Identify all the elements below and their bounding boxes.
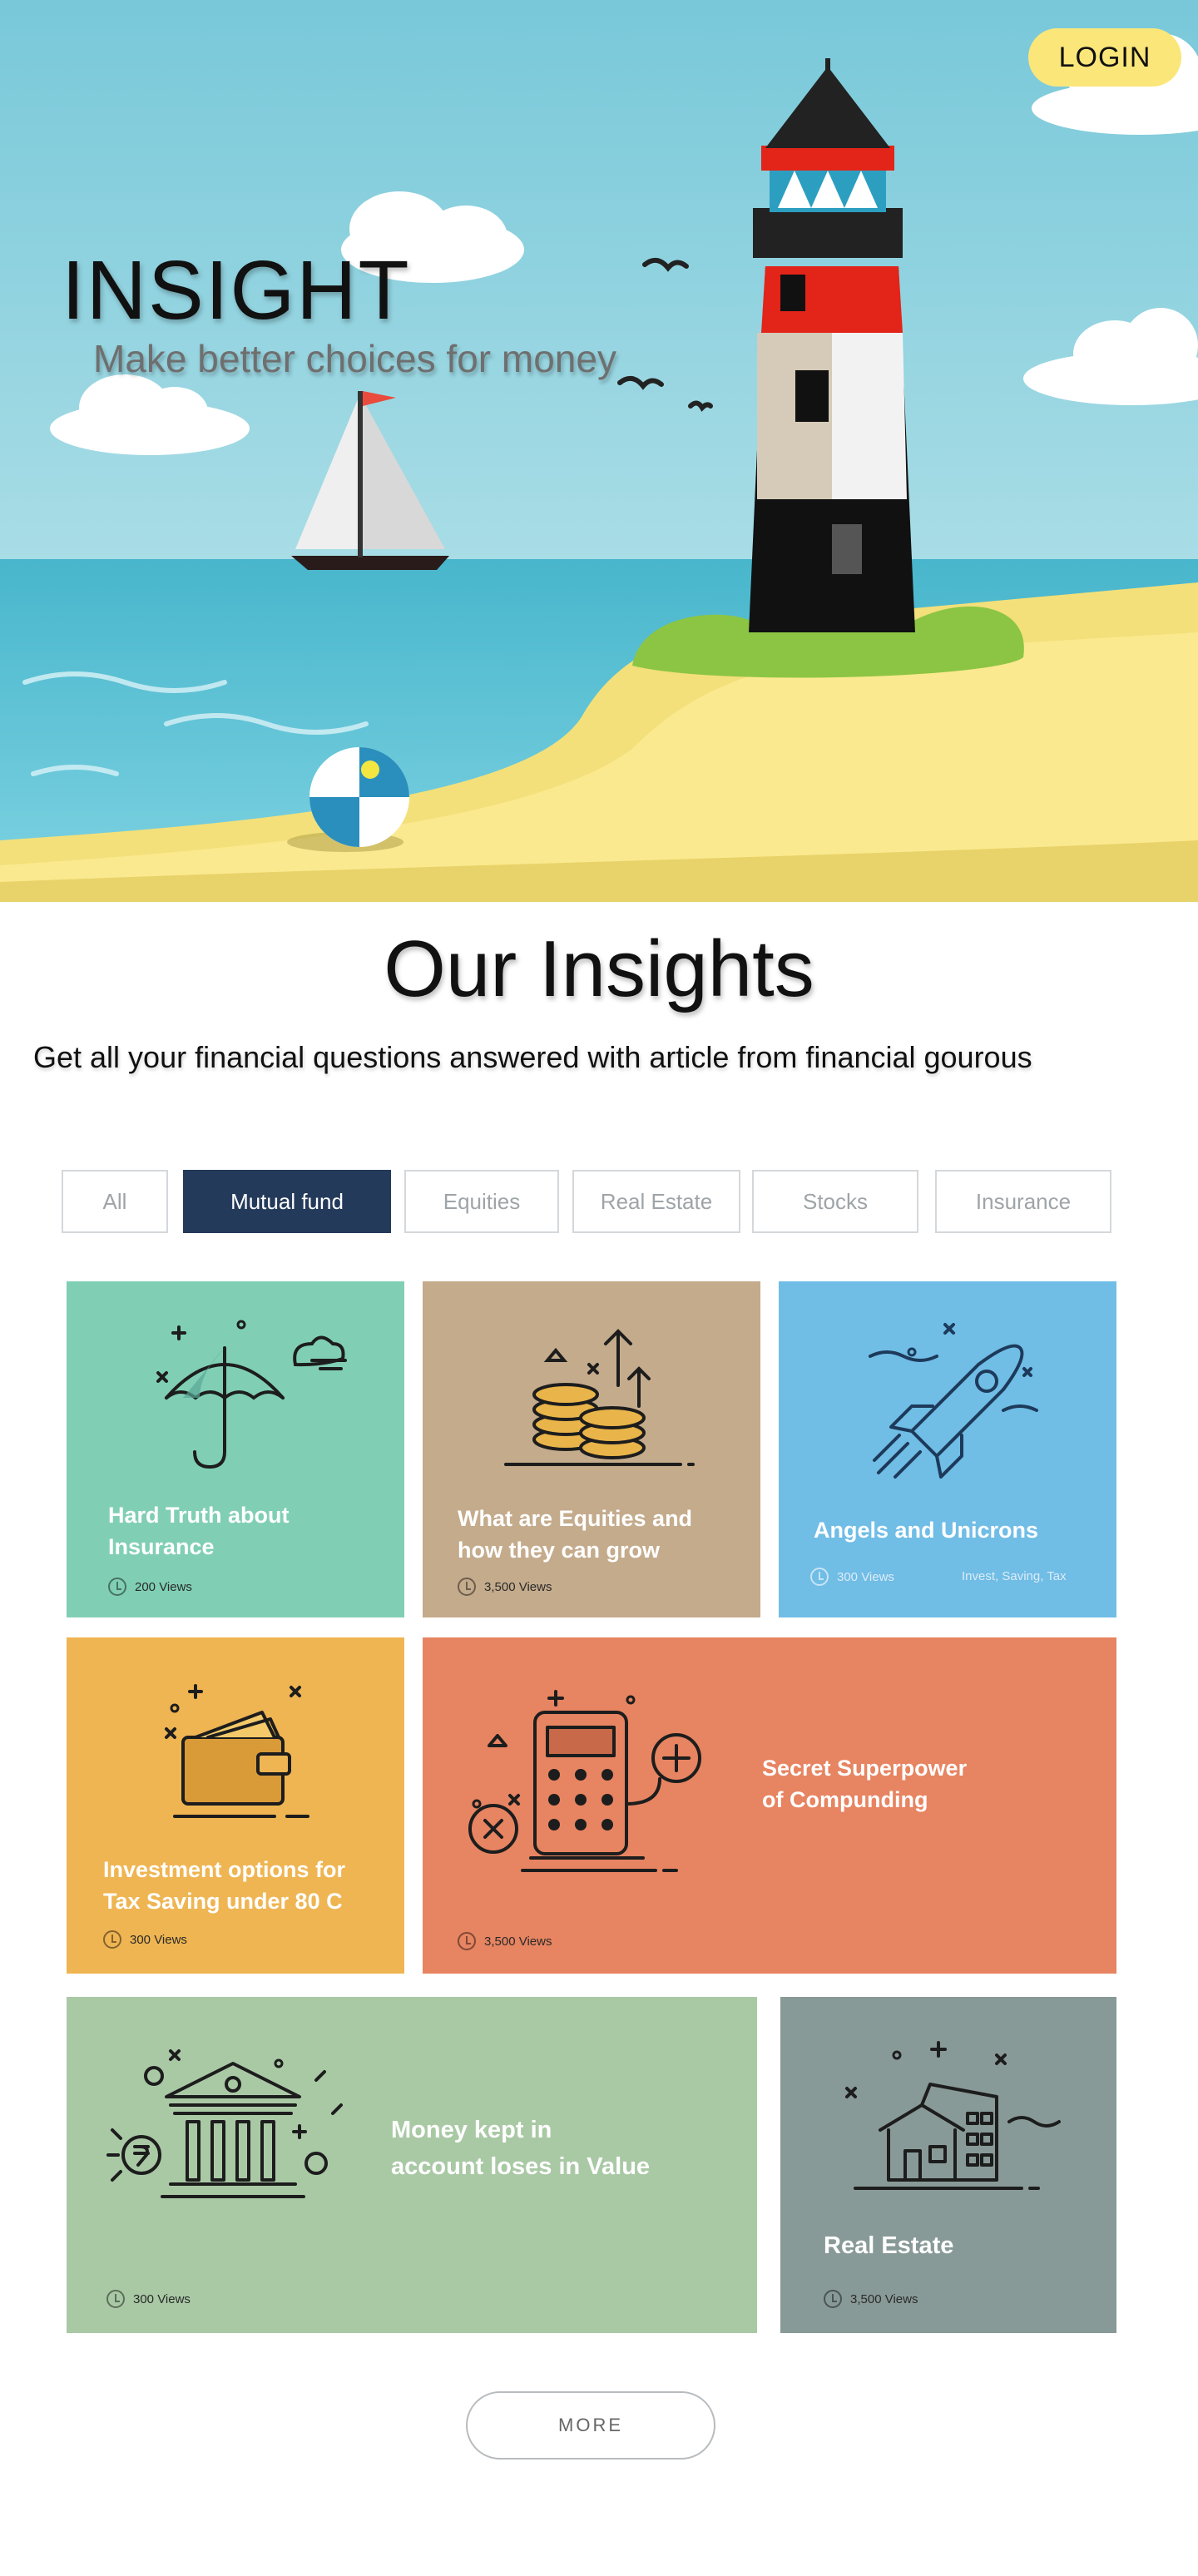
clock-icon [108,1578,126,1596]
card-views: 300 Views [106,2290,191,2308]
card-title: Hard Truth about Insurance [108,1503,290,1559]
card-views: 3,500 Views [458,1932,552,1950]
house-icon [845,2041,1061,2190]
article-card-insurance[interactable]: Hard Truth about Insurance 200 Views [67,1281,404,1617]
card-views: 200 Views [108,1578,192,1596]
calculator-icon [468,1690,701,1872]
wallet-icon [165,1684,309,1818]
more-button[interactable]: MORE [466,2391,715,2460]
card-title: What are Equities and how they can grow [458,1506,693,1563]
article-card-tax-saving[interactable]: Investment options for Tax Saving under 8… [67,1637,404,1974]
article-card-angels-and-unicrons[interactable]: Angels and Unicrons 300 Views Invest, Sa… [779,1281,1116,1617]
rocket-icon [869,1323,1038,1479]
card-title: Investment options for Tax Saving under 8… [103,1857,346,1914]
article-card-compounding[interactable]: Secret Superpower of Compunding 3,500 Vie… [423,1637,1116,1974]
card-tags: Invest, Saving, Tax [962,1569,1067,1583]
clock-icon [103,1930,121,1949]
card-title: Real Estate [824,2232,954,2259]
clock-icon [458,1932,476,1950]
brand-title: INSIGHT [62,244,411,337]
page-subtitle: Get all your financial questions answere… [33,1040,1032,1074]
filter-equities[interactable]: Equities [404,1170,559,1233]
filter-insurance[interactable]: Insurance [935,1170,1111,1233]
filter-mutual-fund[interactable]: Mutual fund [183,1170,391,1233]
umbrella-icon [156,1320,347,1469]
clock-icon [810,1568,829,1586]
hero-banner: INSIGHT Make better choices for money LO… [0,0,1198,902]
category-filter-bar: All Mutual fund Equities Real Estate Sto… [62,1170,1111,1233]
brand-tagline: Make better choices for money [93,337,616,380]
login-button[interactable]: LOGIN [1028,28,1181,87]
lighthouse-beach-illustration [0,0,1198,902]
clock-icon [824,2290,842,2308]
card-views: 3,500 Views [824,2290,918,2308]
article-card-money-value[interactable]: Money kept in account loses in Value 300 … [67,1997,757,2333]
bank-icon [106,2049,343,2198]
filter-all[interactable]: All [62,1170,168,1233]
card-title: Secret Superpower of Compunding [762,1756,968,1812]
article-card-real-estate[interactable]: Real Estate 3,500 Views [780,1997,1116,2333]
article-card-equities[interactable]: What are Equities and how they can grow 3… [423,1281,760,1617]
filter-real-estate[interactable]: Real Estate [572,1170,740,1233]
card-views: 3,500 Views [458,1578,552,1596]
clock-icon [458,1578,476,1596]
card-views: 300 Views [810,1568,894,1586]
card-title: Angels and Unicrons [814,1518,1039,1543]
page-title: Our Insights [384,924,814,1013]
clock-icon [106,2290,125,2308]
card-title: Money kept in account loses in Value [391,2117,651,2180]
card-views: 300 Views [103,1930,187,1949]
coins-growth-icon [504,1329,695,1466]
filter-stocks[interactable]: Stocks [752,1170,918,1233]
